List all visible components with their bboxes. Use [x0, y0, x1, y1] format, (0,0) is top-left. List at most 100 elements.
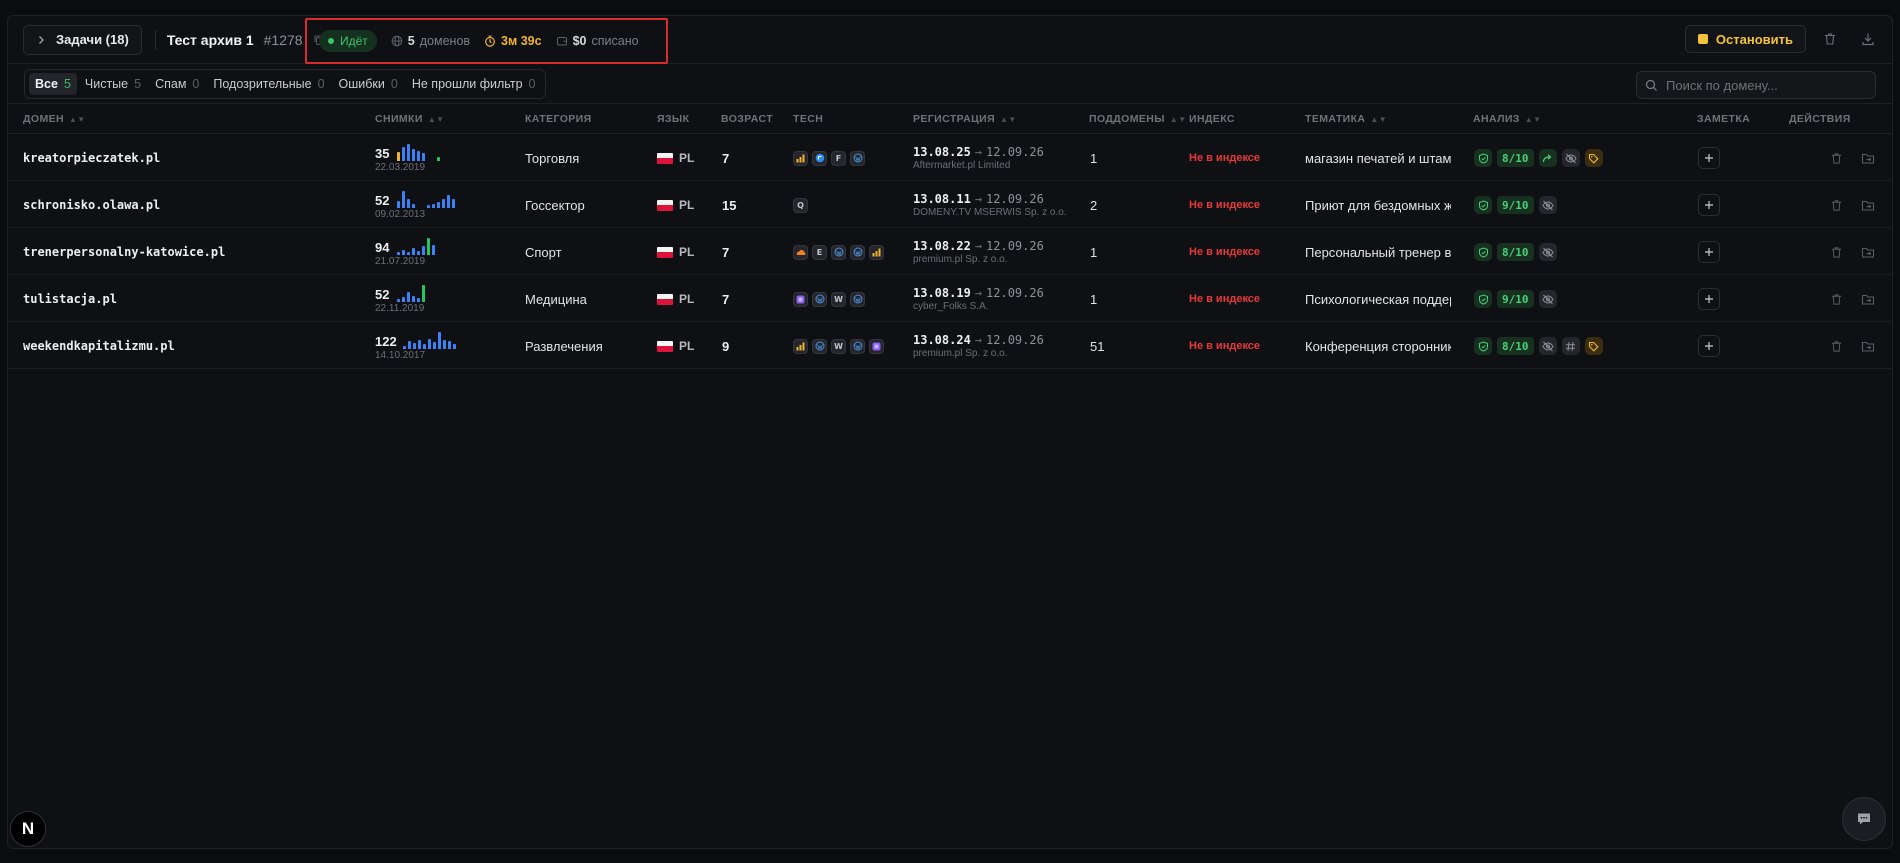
delete-row-button[interactable] [1830, 340, 1843, 353]
tech-letter: Q [797, 200, 804, 210]
delete-row-button[interactable] [1830, 199, 1843, 212]
analysis-score[interactable]: 8/10 [1497, 243, 1534, 261]
shield-check-icon[interactable] [1474, 196, 1492, 214]
analysis-cell: 9/10 [1474, 276, 1557, 322]
tag-icon[interactable] [1584, 337, 1603, 355]
registrar: cyber_Folks S.A. [913, 301, 989, 312]
col-topic[interactable]: ТЕМАТИКА ▲▼ [1305, 113, 1387, 125]
tag-icon[interactable] [1584, 149, 1603, 167]
analysis-score[interactable]: 9/10 [1497, 196, 1534, 214]
filter-failed[interactable]: Не прошли фильтр 0 [406, 73, 542, 95]
reg-created: 13.08.11 [913, 192, 971, 206]
shield-check-icon[interactable] [1474, 290, 1492, 308]
table-row[interactable]: tulistacja.pl 52 22.11.2019 Медицина PL 7 W 13.… [8, 276, 1892, 322]
domain-link[interactable]: weekendkapitalizmu.pl [23, 339, 175, 353]
delete-job-button[interactable] [1816, 25, 1844, 53]
filter-spam[interactable]: Спам 0 [149, 73, 205, 95]
move-to-folder-button[interactable] [1861, 293, 1875, 306]
move-to-folder-button[interactable] [1861, 246, 1875, 259]
eye-off-icon[interactable] [1538, 290, 1557, 308]
col-domain[interactable]: ДОМЕН ▲▼ [23, 113, 86, 125]
reg-created: 13.08.25 [913, 145, 971, 159]
snapshots-cell[interactable]: 52 09.02.2013 [375, 182, 455, 228]
domain-link[interactable]: kreatorpieczatek.pl [23, 151, 160, 165]
download-button[interactable] [1854, 25, 1882, 53]
registrar: premium.pl Sp. z o.o. [913, 254, 1008, 265]
col-label: АНАЛИЗ [1473, 113, 1520, 125]
snapshot-bar [417, 150, 420, 161]
filter-errors[interactable]: Ошибки 0 [333, 73, 404, 95]
eye-off-icon[interactable] [1538, 337, 1557, 355]
add-note-button[interactable] [1698, 288, 1720, 310]
tech-letter: F [835, 153, 842, 163]
delete-row-button[interactable] [1830, 152, 1843, 165]
snapshots-cell[interactable]: 52 22.11.2019 [375, 276, 425, 322]
delete-row-button[interactable] [1830, 293, 1843, 306]
eye-off-icon[interactable] [1538, 196, 1557, 214]
snapshot-bar [418, 339, 421, 349]
snapshots-cell[interactable]: 35 22.03.2019 [375, 135, 440, 181]
hash-icon[interactable] [1561, 337, 1580, 355]
shield-check-icon[interactable] [1474, 149, 1492, 167]
snapshot-bar [408, 340, 411, 349]
analysis-score[interactable]: 8/10 [1497, 337, 1534, 355]
chat-button[interactable] [1842, 797, 1886, 841]
index-status: Не в индексе [1189, 293, 1261, 305]
shield-check-icon[interactable] [1474, 243, 1492, 261]
eye-off-icon[interactable] [1561, 149, 1580, 167]
add-note-button[interactable] [1698, 241, 1720, 263]
move-to-folder-button[interactable] [1861, 152, 1875, 165]
snapshot-bar [433, 341, 436, 349]
language-code: PL [679, 245, 695, 259]
domain-link[interactable]: trenerpersonalny-katowice.pl [23, 245, 225, 259]
filter-clean[interactable]: Чистые 5 [79, 73, 147, 95]
reg-expires: 12.09.26 [986, 239, 1044, 253]
tech-f-icon: F [831, 150, 846, 166]
col-snapshots[interactable]: СНИМКИ ▲▼ [375, 113, 444, 125]
add-note-button[interactable] [1698, 335, 1720, 357]
delete-row-button[interactable] [1830, 246, 1843, 259]
domain-link[interactable]: tulistacja.pl [23, 292, 117, 306]
search-box [1636, 71, 1876, 99]
filter-all[interactable]: Все 5 [29, 72, 77, 95]
app-logo[interactable]: N [10, 811, 46, 847]
snapshot-sparkline [397, 237, 435, 255]
table-row[interactable]: schronisko.olawa.pl 52 09.02.2013 Госсектор… [8, 182, 1892, 228]
add-note-button[interactable] [1698, 147, 1720, 169]
filter-label: Чистые [84, 76, 129, 91]
add-note-button[interactable] [1698, 194, 1720, 216]
col-registration[interactable]: РЕГИСТРАЦИЯ ▲▼ [913, 113, 1017, 125]
table-row[interactable]: weekendkapitalizmu.pl 122 14.10.2017 Развле… [8, 323, 1892, 369]
col-analysis[interactable]: АНАЛИЗ ▲▼ [1473, 113, 1541, 125]
redirect-icon[interactable] [1538, 149, 1557, 167]
snapshots-cell[interactable]: 122 14.10.2017 [375, 323, 456, 369]
reg-expires: 12.09.26 [986, 145, 1044, 159]
move-to-folder-button[interactable] [1861, 199, 1875, 212]
plus-icon [1704, 247, 1714, 257]
domain-age: 7 [722, 291, 730, 307]
folder-move-icon [1861, 200, 1875, 211]
filter-suspicious[interactable]: Подозрительные 0 [207, 73, 330, 95]
col-subdomains[interactable]: ПОДДОМЕНЫ ▲▼ [1089, 113, 1187, 125]
row-actions [1830, 323, 1875, 369]
reg-created: 13.08.19 [913, 286, 971, 300]
move-to-folder-button[interactable] [1861, 340, 1875, 353]
tasks-button[interactable]: Задачи (18) [23, 24, 142, 55]
snapshots-cell[interactable]: 94 21.07.2019 [375, 229, 435, 275]
snapshot-bar [422, 284, 425, 302]
folder-move-icon [1861, 294, 1875, 305]
search-input[interactable] [1666, 77, 1856, 93]
analysis-score[interactable]: 8/10 [1497, 149, 1534, 167]
sort-icon: ▲▼ [1524, 114, 1542, 124]
wp-icon [831, 244, 846, 260]
cloud-orange-icon [793, 244, 808, 260]
shield-check-icon[interactable] [1474, 337, 1492, 355]
table-row[interactable]: kreatorpieczatek.pl 35 22.03.2019 Торговля P… [8, 135, 1892, 181]
domain-link[interactable]: schronisko.olawa.pl [23, 198, 160, 212]
stop-button[interactable]: Остановить [1684, 25, 1806, 53]
eye-off-icon[interactable] [1538, 243, 1557, 261]
snapshot-date: 09.02.2013 [375, 208, 426, 220]
table-row[interactable]: trenerpersonalny-katowice.pl 94 21.07.2019… [8, 229, 1892, 275]
flag-pl-icon [657, 340, 673, 352]
analysis-score[interactable]: 9/10 [1497, 290, 1534, 308]
